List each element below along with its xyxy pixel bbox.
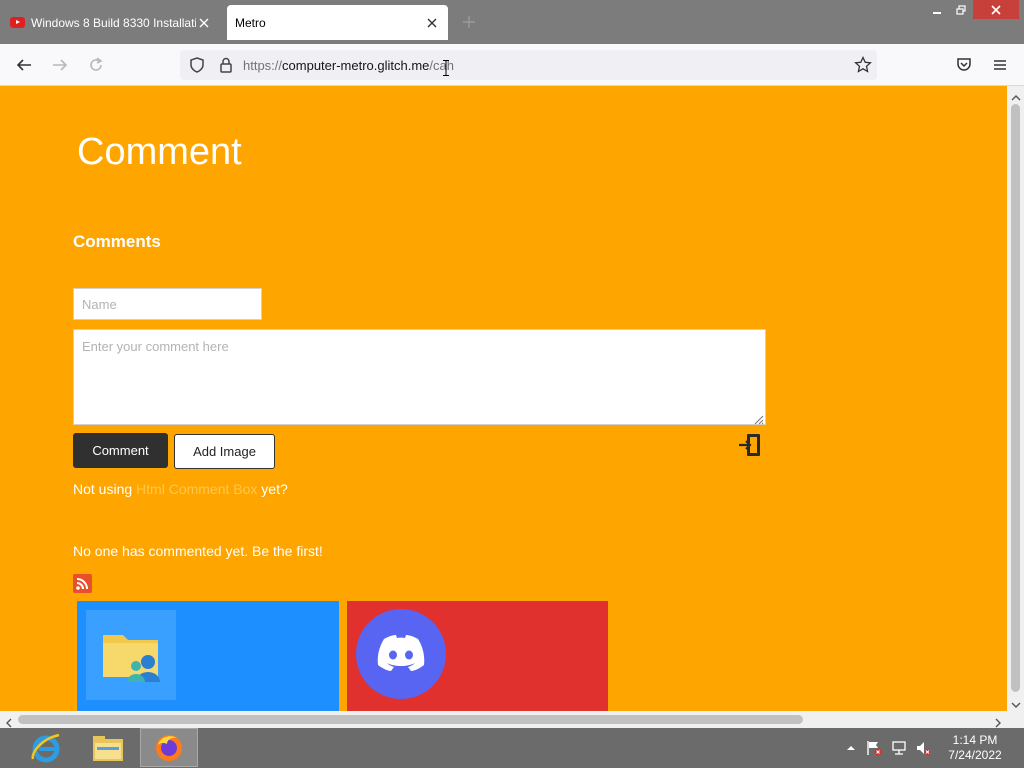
system-clock[interactable]: 1:14 PM 7/24/2022 — [940, 733, 1010, 763]
restore-icon[interactable] — [949, 0, 973, 19]
discord-icon — [356, 609, 446, 699]
shield-icon[interactable] — [188, 56, 206, 74]
text-cursor-icon — [443, 60, 449, 76]
internet-explorer-icon[interactable] — [17, 728, 75, 768]
vertical-scrollbar[interactable] — [1007, 86, 1024, 711]
files-tile[interactable] — [77, 601, 339, 711]
url-text[interactable]: https://computer-metro.glitch.me/cah — [243, 58, 454, 73]
scroll-right-icon[interactable] — [992, 714, 1004, 728]
tab-title: Windows 8 Build 8330 Installati — [31, 15, 196, 30]
lock-icon[interactable] — [217, 56, 235, 74]
close-tab-icon[interactable] — [196, 15, 212, 31]
scrollbar-corner — [1007, 711, 1024, 728]
name-input[interactable] — [73, 288, 262, 320]
file-explorer-icon[interactable] — [79, 728, 137, 768]
tab-title: Metro — [235, 15, 266, 30]
vertical-scroll-thumb[interactable] — [1011, 104, 1020, 692]
horizontal-scroll-thumb[interactable] — [18, 715, 803, 724]
firefox-icon[interactable] — [140, 728, 198, 767]
page-title: Comment — [77, 131, 242, 173]
minimize-icon[interactable] — [925, 0, 949, 19]
pocket-icon[interactable] — [955, 56, 973, 74]
login-icon[interactable] — [738, 433, 762, 457]
tab-metro[interactable]: Metro — [227, 5, 448, 40]
taskbar: 1:14 PM 7/24/2022 — [0, 728, 1024, 768]
html-comment-box-link[interactable]: Html Comment Box — [136, 481, 257, 497]
back-arrow-icon[interactable] — [15, 56, 33, 74]
window-close-icon[interactable] — [973, 0, 1019, 19]
new-tab-icon[interactable] — [461, 14, 477, 30]
folder-people-icon — [86, 610, 176, 700]
promo-text: Not using Html Comment Box yet? — [73, 481, 288, 497]
window-controls — [925, 0, 1019, 19]
no-comments-message: No one has commented yet. Be the first! — [73, 543, 323, 559]
bookmark-star-icon[interactable] — [854, 55, 872, 74]
reload-icon[interactable] — [87, 56, 105, 74]
tab-youtube[interactable]: Windows 8 Build 8330 Installati — [0, 5, 220, 40]
add-image-button[interactable]: Add Image — [174, 434, 275, 469]
resize-grip-icon[interactable] — [752, 410, 764, 425]
comments-heading: Comments — [73, 232, 161, 251]
comment-textarea[interactable] — [73, 329, 766, 425]
menu-hamburger-icon[interactable] — [991, 56, 1009, 74]
browser-titlebar: Windows 8 Build 8330 Installati Metro — [0, 0, 1024, 44]
page-content: Comment Comments Comment Add Image Not u… — [0, 86, 1007, 711]
rss-icon[interactable] — [73, 574, 92, 593]
clock-date: 7/24/2022 — [948, 748, 1002, 762]
address-bar[interactable]: https://computer-metro.glitch.me/cah — [180, 50, 877, 80]
scroll-up-icon[interactable] — [1010, 89, 1022, 101]
close-tab-icon[interactable] — [424, 15, 440, 31]
scroll-left-icon[interactable] — [3, 714, 15, 728]
browser-navbar: https://computer-metro.glitch.me/cah — [0, 44, 1024, 86]
scroll-down-icon[interactable] — [1010, 696, 1022, 708]
show-hidden-icons[interactable] — [846, 728, 856, 768]
discord-tile[interactable] — [347, 601, 608, 711]
network-icon[interactable] — [891, 728, 907, 768]
volume-muted-icon[interactable] — [915, 728, 931, 768]
clock-time: 1:14 PM — [952, 733, 998, 747]
youtube-icon — [10, 17, 25, 28]
action-center-flag-icon[interactable] — [866, 728, 882, 768]
forward-arrow-icon[interactable] — [51, 56, 69, 74]
horizontal-scrollbar[interactable] — [0, 711, 1007, 728]
comment-button[interactable]: Comment — [73, 433, 168, 468]
